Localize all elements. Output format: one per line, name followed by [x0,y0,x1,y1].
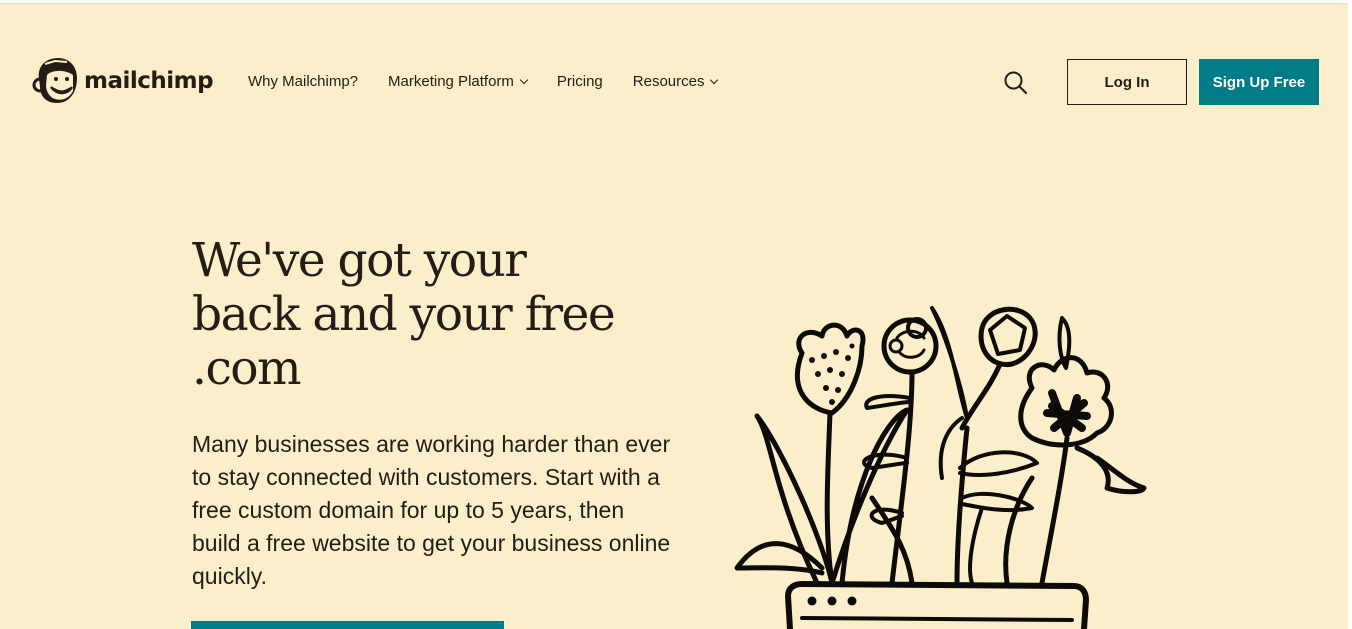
hero-title-line: .com [192,341,302,396]
top-border [0,0,1352,4]
mailchimp-logo[interactable]: mailchimp [31,55,214,107]
search-button[interactable] [1003,70,1029,96]
nav-item-label: Why Mailchimp? [248,73,359,90]
nav-why-mailchimp[interactable]: Why Mailchimp? [248,73,358,90]
freddie-monkey-icon [32,58,77,103]
flowers-illustration [734,306,1147,629]
hero-title-line: We've got your [192,233,527,288]
search-icon [1004,71,1028,95]
nav-marketing-platform[interactable]: Marketing Platform [388,73,529,90]
nav-resources[interactable]: Resources [632,73,719,90]
hero-description: Many businesses are working harder than … [192,431,671,589]
chevron-down-icon [710,75,719,84]
nav-item-label: Pricing [556,73,603,90]
hero-title: We've got your back and your free .com [192,234,692,396]
nav-item-label: Marketing Platform [388,73,514,90]
nav-item-label: Resources [632,73,705,90]
chevron-down-icon [519,75,529,84]
scrollbar-track[interactable] [1348,3,1352,629]
hero-title-line: back and your free [192,287,616,342]
main-nav: Why Mailchimp? Marketing Platform Pricin… [248,73,719,90]
nav-pricing[interactable]: Pricing [557,73,603,90]
hero-cta-button[interactable] [191,621,504,629]
login-button[interactable]: Log In [1067,59,1187,105]
signup-button[interactable]: Sign Up Free [1199,59,1319,105]
brand-wordmark: mailchimp [84,68,214,94]
